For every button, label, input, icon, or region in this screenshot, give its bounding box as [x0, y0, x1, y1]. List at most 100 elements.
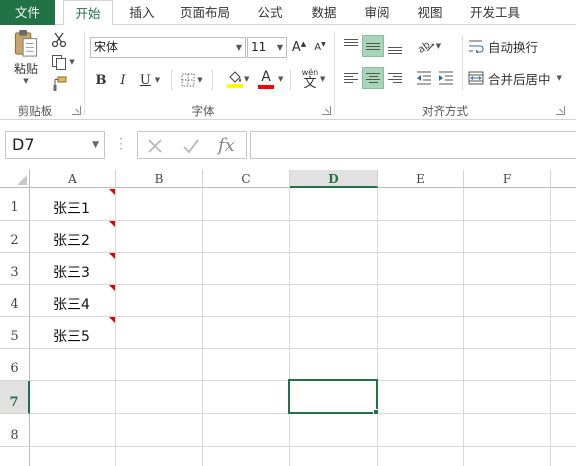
comment-indicator-icon[interactable] — [109, 189, 115, 195]
row-header-2[interactable]: 2 — [0, 221, 30, 253]
font-name-value: 宋体 — [94, 40, 119, 54]
fill-handle[interactable] — [373, 409, 379, 415]
resize-handle-icon[interactable]: · · · — [118, 133, 124, 155]
borders-icon — [181, 73, 195, 87]
font-color-button[interactable]: A — [256, 68, 276, 90]
gridline — [463, 188, 464, 466]
italic-button[interactable]: I — [114, 70, 132, 90]
cancel-icon[interactable] — [147, 138, 163, 154]
align-middle-icon — [366, 42, 380, 50]
row-header-3[interactable]: 3 — [0, 253, 30, 285]
underline-icon: U — [139, 72, 151, 88]
alignment-launcher-icon[interactable] — [556, 106, 565, 115]
align-bottom-button[interactable] — [384, 35, 406, 57]
cell-a4[interactable]: 张三4 — [53, 294, 90, 314]
comment-indicator-icon[interactable] — [109, 221, 115, 227]
underline-button[interactable]: U ▼ — [136, 70, 164, 90]
row-header-6[interactable]: 6 — [0, 349, 30, 381]
shrink-font-button[interactable]: A ▼ — [312, 37, 328, 58]
column-header-e[interactable]: E — [378, 170, 464, 188]
row-header-8[interactable]: 8 — [0, 414, 30, 447]
align-center-button[interactable] — [362, 67, 384, 89]
column-header-f[interactable]: F — [464, 170, 551, 188]
align-right-button[interactable] — [384, 67, 406, 89]
borders-button[interactable]: ▼ — [178, 70, 206, 90]
select-all-corner[interactable] — [0, 170, 30, 188]
align-right-icon — [388, 73, 402, 83]
align-left-icon — [344, 73, 358, 83]
tab-home[interactable]: 开始 — [63, 0, 113, 26]
gridline — [550, 188, 551, 466]
row-header-1[interactable]: 1 — [0, 188, 30, 221]
merge-center-button[interactable]: 合并后居中 ▼ — [468, 67, 568, 89]
tab-formulas[interactable]: 公式 — [248, 0, 292, 25]
comment-indicator-icon[interactable] — [109, 317, 115, 323]
tab-review[interactable]: 审阅 — [355, 0, 399, 25]
font-group-label: 字体 — [191, 104, 215, 118]
font-size-value: 11 — [251, 40, 267, 54]
column-header-c[interactable]: C — [203, 170, 290, 188]
wrap-text-label: 自动换行 — [488, 39, 539, 55]
worksheet-grid[interactable]: A B C D E F 1 2 3 4 5 6 7 8 张三1 张三2 张三3 … — [0, 170, 576, 466]
comment-indicator-icon[interactable] — [109, 253, 115, 259]
bold-button[interactable]: B — [92, 70, 110, 90]
font-color-swatch — [258, 84, 274, 89]
tab-developer[interactable]: 开发工具 — [462, 0, 528, 25]
copy-button[interactable]: ▼ — [48, 53, 78, 71]
format-painter-icon — [53, 76, 67, 91]
tab-insert[interactable]: 插入 — [120, 0, 164, 25]
cut-button[interactable] — [48, 31, 70, 49]
column-header-d[interactable]: D — [290, 170, 378, 188]
svg-text:ab: ab — [417, 40, 433, 54]
tab-view[interactable]: 视图 — [408, 0, 452, 25]
cell-a2[interactable]: 张三2 — [53, 230, 90, 250]
font-color-icon: A — [261, 68, 271, 85]
column-header-b[interactable]: B — [116, 170, 203, 188]
align-top-button[interactable] — [340, 35, 362, 57]
gridline — [377, 188, 378, 466]
row-header-4[interactable]: 4 — [0, 285, 30, 317]
formula-bar: D7 ▼ · · · fx — [0, 128, 576, 164]
grow-font-button[interactable]: A ▲ — [291, 37, 307, 58]
format-painter-button[interactable] — [48, 75, 70, 93]
tab-file[interactable]: 文件 — [0, 0, 55, 25]
tab-page-layout[interactable]: 页面布局 — [172, 0, 238, 25]
insert-function-icon[interactable]: fx — [218, 135, 235, 156]
paste-label: 粘贴 — [13, 62, 38, 76]
comment-indicator-icon[interactable] — [109, 285, 115, 291]
confirm-check-icon[interactable] — [182, 138, 200, 154]
increase-indent-button[interactable] — [436, 67, 456, 89]
row-header-9[interactable] — [0, 447, 30, 466]
wrap-text-button[interactable]: 自动换行 — [468, 35, 548, 57]
cell-a5[interactable]: 张三5 — [53, 326, 90, 346]
paste-button[interactable]: 粘贴 ▼ — [8, 29, 44, 85]
row-header-5[interactable]: 5 — [0, 317, 30, 349]
chevron-down-icon: ▼ — [276, 43, 283, 52]
font-name-select[interactable]: 宋体 ▼ — [90, 37, 246, 58]
name-box[interactable]: D7 ▼ — [5, 131, 105, 159]
name-box-value: D7 — [12, 135, 35, 154]
cell-a1[interactable]: 张三1 — [53, 198, 90, 218]
orientation-button[interactable]: ab ▼ — [414, 35, 444, 57]
cell-a3[interactable]: 张三3 — [53, 262, 90, 282]
font-launcher-icon[interactable] — [322, 106, 331, 115]
fill-color-swatch — [227, 83, 243, 88]
formula-input[interactable] — [250, 131, 576, 159]
column-header-g[interactable] — [551, 170, 576, 188]
tab-data[interactable]: 数据 — [302, 0, 346, 25]
row-header-7[interactable]: 7 — [0, 381, 30, 414]
column-header-a[interactable]: A — [30, 170, 116, 188]
cut-icon — [51, 32, 67, 48]
active-cell-d7[interactable] — [288, 379, 378, 414]
align-middle-button[interactable] — [362, 35, 384, 57]
chevron-down-icon: ▼ — [278, 75, 284, 83]
chevron-down-icon: ▼ — [320, 75, 326, 83]
clipboard-launcher-icon[interactable] — [72, 106, 81, 115]
align-left-button[interactable] — [340, 67, 362, 89]
ribbon-home: 粘贴 ▼ ▼ 剪贴板 宋体 ▼ 11 ▼ A ▲ A ▼ B I U ▼ ▼ ▼… — [0, 25, 576, 120]
font-size-select[interactable]: 11 ▼ — [247, 37, 287, 58]
chevron-down-icon: ▼ — [244, 75, 250, 83]
toolbar-divider — [290, 70, 291, 90]
grow-font-icon: A — [291, 40, 301, 55]
decrease-indent-button[interactable] — [414, 67, 434, 89]
